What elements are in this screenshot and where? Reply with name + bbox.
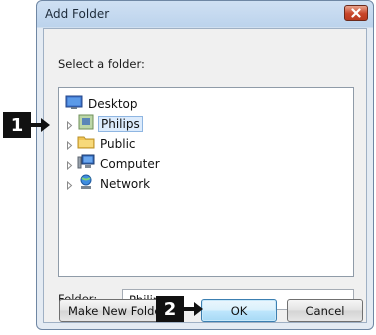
ok-button[interactable]: OK <box>201 299 277 322</box>
select-folder-prompt: Select a folder: <box>58 57 145 71</box>
step-number-badge: 2 <box>156 296 184 322</box>
callout-step-2: 2 <box>156 296 204 322</box>
tree-item-philips[interactable]: Philips <box>65 114 143 133</box>
expand-arrow-icon[interactable] <box>65 179 74 191</box>
tree-item-label: Network <box>100 176 151 191</box>
tree-item-desktop[interactable]: Desktop <box>65 94 138 113</box>
window-title: Add Folder <box>45 7 110 21</box>
desktop-icon <box>65 94 83 113</box>
expand-arrow-icon[interactable] <box>65 119 74 131</box>
arrow-right-icon <box>31 116 51 134</box>
close-button[interactable] <box>344 5 368 21</box>
cancel-button[interactable]: Cancel <box>287 299 363 322</box>
tree-item-label: Philips <box>98 115 143 132</box>
expand-arrow-icon[interactable] <box>65 159 74 171</box>
computer-icon <box>77 154 95 173</box>
expand-arrow-icon[interactable] <box>65 139 74 151</box>
add-folder-dialog: Add Folder Select a folder: Desktop Phil… <box>36 0 374 330</box>
tree-item-label: Desktop <box>88 96 138 111</box>
tree-item-computer[interactable]: Computer <box>65 154 160 173</box>
tree-item-public[interactable]: Public <box>65 134 136 153</box>
step-number-badge: 1 <box>3 112 31 138</box>
close-icon <box>351 8 361 18</box>
network-icon <box>77 174 95 193</box>
folder-icon <box>77 134 95 153</box>
tree-item-label: Computer <box>100 156 160 171</box>
arrow-right-icon <box>184 300 204 318</box>
title-bar[interactable]: Add Folder <box>37 1 373 28</box>
callout-step-1: 1 <box>3 112 51 138</box>
dialog-body: Select a folder: Desktop Philips Public … <box>43 28 367 323</box>
user-folder-icon <box>77 114 95 133</box>
tree-item-network[interactable]: Network <box>65 174 150 193</box>
tree-item-label: Public <box>100 136 136 151</box>
folder-tree[interactable]: Desktop Philips Public Computer Network <box>58 87 354 277</box>
